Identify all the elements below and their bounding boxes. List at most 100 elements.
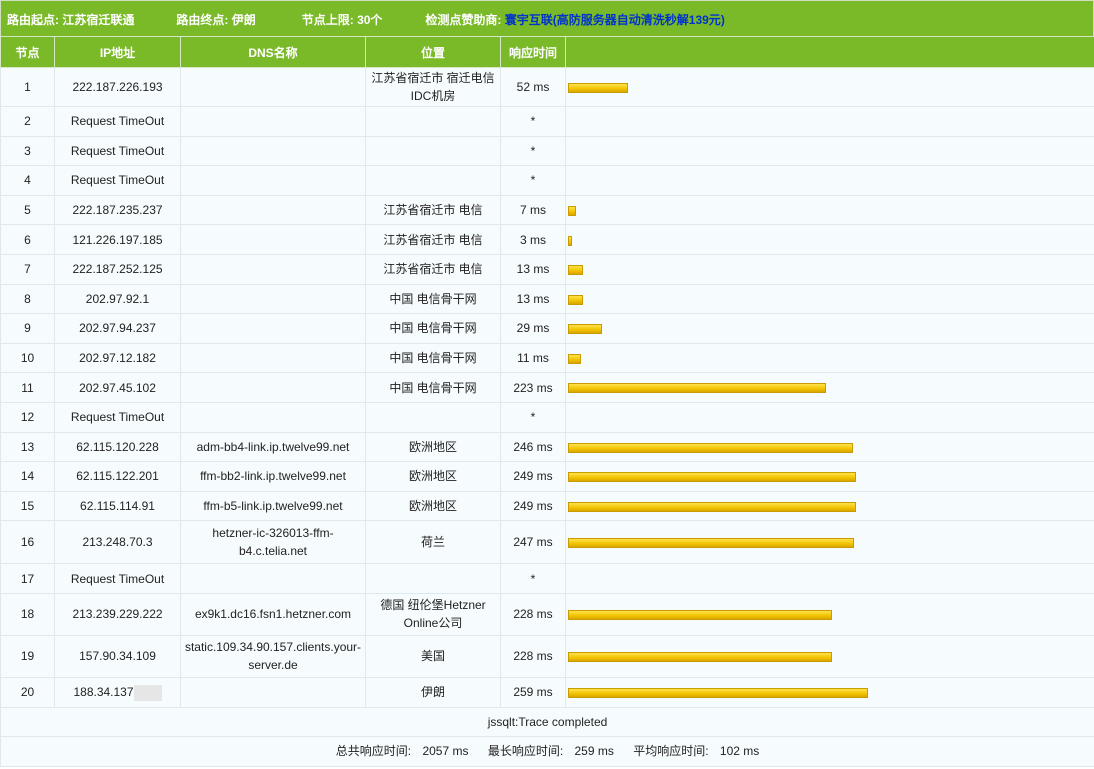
latency-bar-cell [565,490,1094,522]
hop-dns [180,283,366,315]
hop-time: 246 ms [500,431,566,463]
hop-number: 5 [0,194,55,226]
col-ip-header: IP地址 [54,36,181,68]
hop-dns [180,224,366,255]
hop-time: * [500,165,566,196]
hop-ip: 222.187.226.193 [54,67,181,107]
hop-location: 伊朗 [365,676,501,708]
hop-location: 中国 电信骨干网 [365,313,501,344]
latency-bar [568,538,854,549]
max-time: 最长响应时间: 259 ms [487,744,614,758]
hop-number: 15 [0,490,55,522]
hop-time: 259 ms [500,676,566,708]
hop-number: 2 [0,106,55,137]
latency-bar [568,501,856,512]
latency-bar [568,82,628,93]
hop-ip: Request TimeOut [54,106,181,137]
hop-time: 228 ms [500,592,566,636]
col-hop-header: 节点 [0,36,55,68]
hop-time: 52 ms [500,67,566,107]
hop-time: 247 ms [500,520,566,565]
hop-time: 29 ms [500,313,566,344]
hop-ip: 213.239.229.222 [54,592,181,636]
route-end: 路由终点: 伊朗 [176,12,256,27]
hop-time: * [500,563,566,594]
hop-location: 欧洲地区 [365,461,501,492]
hop-ip: Request TimeOut [54,401,181,433]
table-row: 18 213.239.229.222 ex9k1.dc16.fsn1.hetzner… [0,592,1094,636]
hop-limit: 节点上限: 30个 [301,12,383,27]
latency-bar-cell [565,67,1094,107]
hop-location [365,563,501,594]
hop-dns: static.109.34.90.157.clients.your-server… [180,634,366,678]
hop-number: 7 [0,253,55,285]
latency-bar [568,265,583,276]
latency-bar-cell [565,520,1094,565]
hop-location: 中国 电信骨干网 [365,372,501,403]
hop-number: 9 [0,313,55,344]
hop-number: 6 [0,224,55,255]
latency-bar-cell [565,106,1094,137]
latency-bar [568,610,832,621]
hop-location: 江苏省宿迁市 电信 [365,253,501,285]
hop-ip: 62.115.114.91 [54,490,181,522]
hop-number: 1 [0,67,55,107]
sponsor-ad-link[interactable]: 高防服务器自动清洗秒解139元 [557,13,721,27]
hop-location [365,401,501,433]
latency-bar-cell [565,165,1094,196]
col-bar-header [565,36,1094,68]
hop-time: 11 ms [500,342,566,374]
hop-number: 13 [0,431,55,463]
sponsor-link[interactable]: 寰宇互联 [505,13,553,27]
hop-number: 17 [0,563,55,594]
hop-ip: 202.97.92.1 [54,283,181,315]
hop-dns [180,194,366,226]
hop-time: 3 ms [500,224,566,255]
trace-status: jssqlt:Trace completed [0,706,1094,737]
hop-location [365,106,501,137]
trace-page: 路由起点: 江苏宿迁联通 路由终点: 伊朗 节点上限: 30个 检测点赞助商: … [0,0,1094,769]
hop-time: 223 ms [500,372,566,403]
latency-bar [568,294,583,305]
hop-time: 228 ms [500,634,566,678]
hop-ip: 202.97.12.182 [54,342,181,374]
latency-bar-cell [565,372,1094,403]
hop-ip: 62.115.120.228 [54,431,181,463]
hop-dns [180,342,366,374]
table-row: 12 Request TimeOut * [0,401,1094,433]
hop-dns [180,676,366,708]
hop-number: 20 [0,676,55,708]
hop-dns: ex9k1.dc16.fsn1.hetzner.com [180,592,366,636]
hop-ip: 202.97.45.102 [54,372,181,403]
latency-bar-cell [565,592,1094,636]
hop-number: 10 [0,342,55,374]
hop-location: 欧洲地区 [365,431,501,463]
latency-bar-cell [565,283,1094,315]
latency-bar-cell [565,401,1094,433]
hop-dns [180,401,366,433]
hop-time: 249 ms [500,461,566,492]
hop-location: 中国 电信骨干网 [365,342,501,374]
hop-time: * [500,135,566,167]
hop-number: 14 [0,461,55,492]
hop-ip: 188.34.137 [54,676,181,708]
avg-time: 平均响应时间: 102 ms [633,744,760,758]
hop-ip: 213.248.70.3 [54,520,181,565]
latency-bar-cell [565,253,1094,285]
hop-number: 4 [0,165,55,196]
redaction-mask [133,685,162,702]
hop-location: 欧洲地区 [365,490,501,522]
hop-time: 13 ms [500,283,566,315]
table-row: 5 222.187.235.237 江苏省宿迁市 电信 7 ms [0,194,1094,226]
latency-bar [568,472,856,483]
table-row: 19 157.90.34.109 static.109.34.90.157.clie… [0,634,1094,678]
col-dns-header: DNS名称 [180,36,366,68]
table-row: 3 Request TimeOut * [0,135,1094,167]
table-row: 8 202.97.92.1 中国 电信骨干网 13 ms [0,283,1094,315]
latency-bar-cell [565,431,1094,463]
sponsor: 检测点赞助商: 寰宇互联(高防服务器自动清洗秒解139元) [425,12,725,27]
total-time: 总共响应时间: 2057 ms [335,744,469,758]
hop-number: 11 [0,372,55,403]
col-time-header: 响应时间 [500,36,566,68]
table-row: 14 62.115.122.201 ffm-bb2-link.ip.twelve99… [0,461,1094,492]
